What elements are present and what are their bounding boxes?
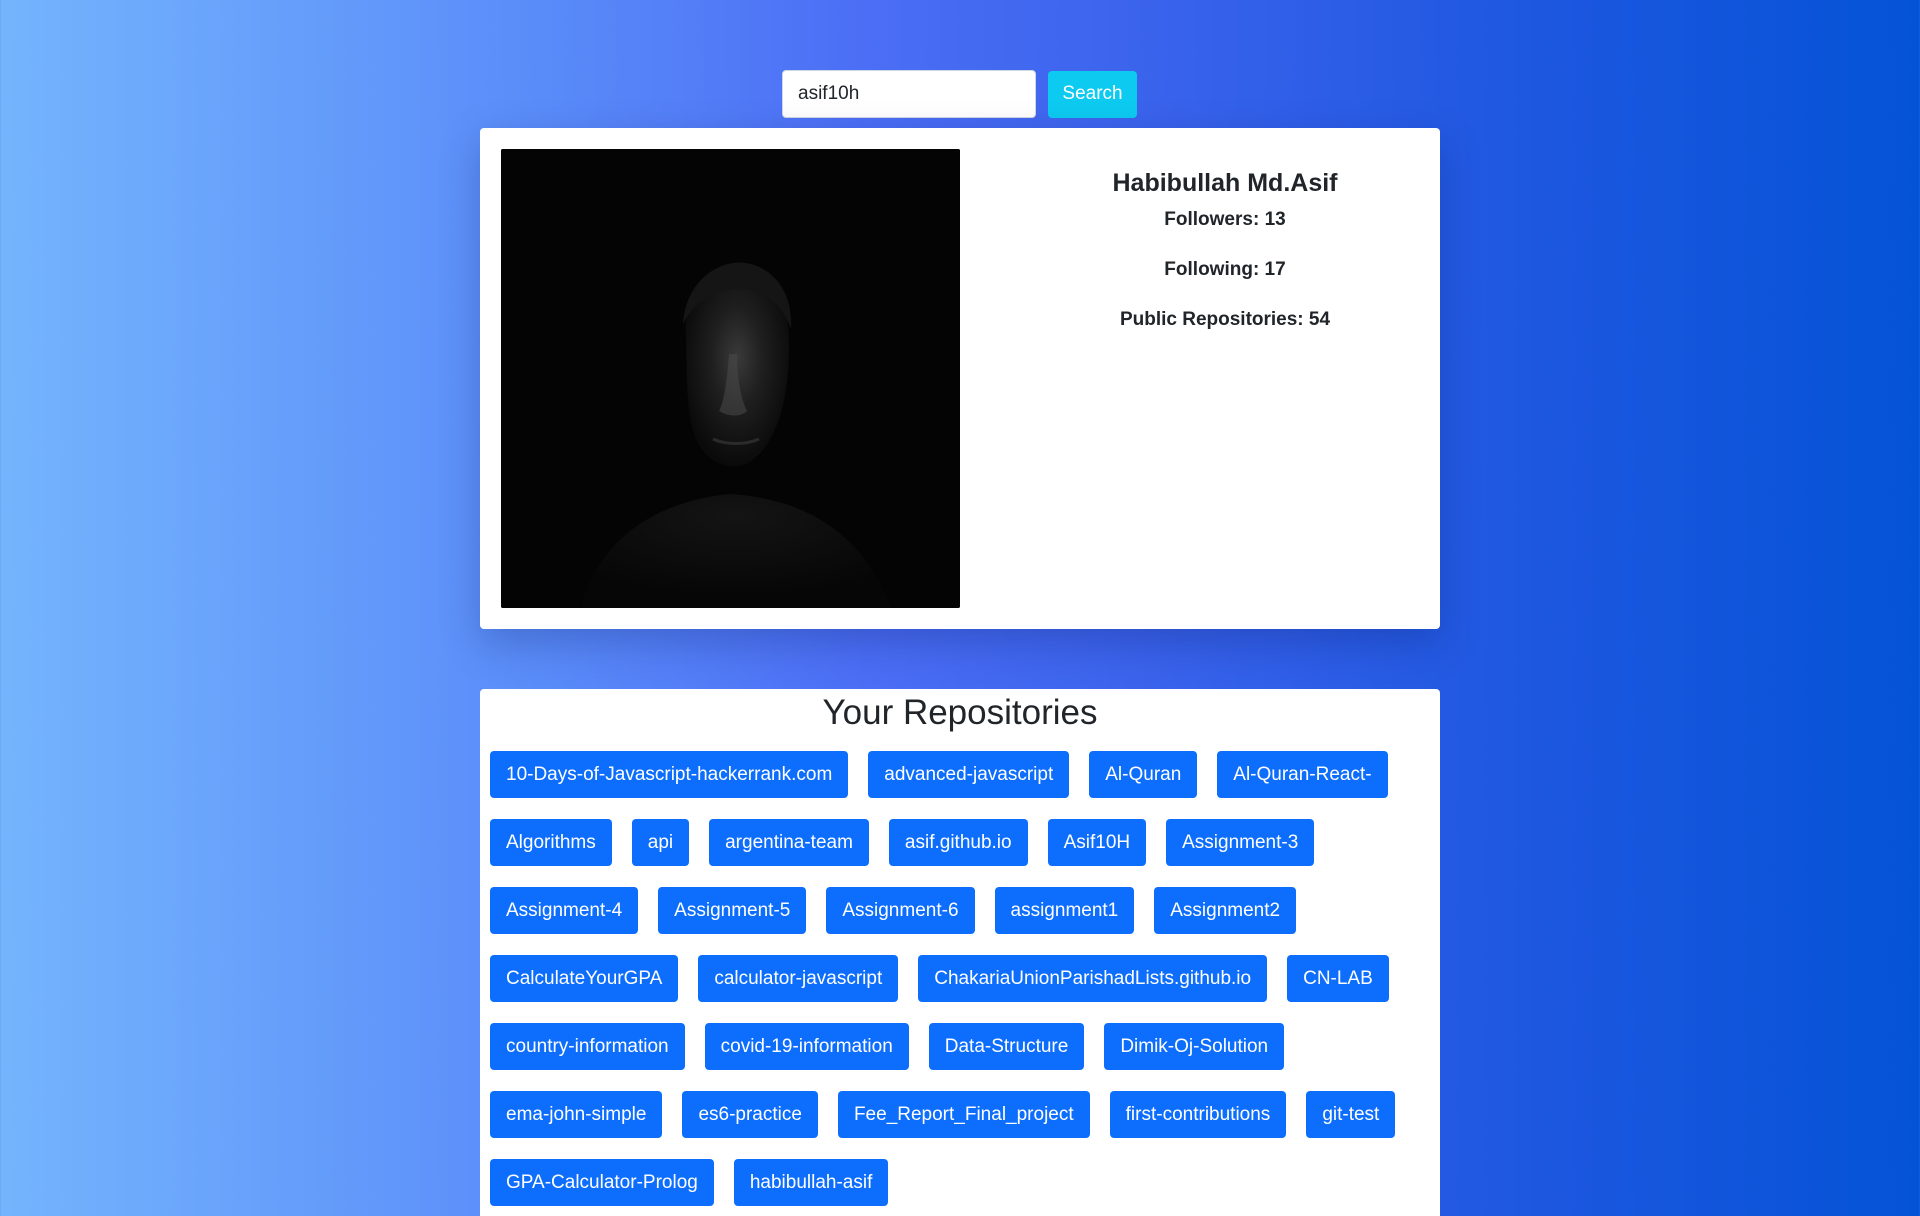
repo-button[interactable]: ema-john-simple (490, 1091, 663, 1138)
repo-button[interactable]: argentina-team (709, 819, 869, 866)
search-button[interactable]: Search (1048, 70, 1137, 118)
repo-button[interactable]: ChakariaUnionParishadLists.github.io (918, 955, 1268, 1002)
repository-list: 10-Days-of-Javascript-hackerrank.com adv… (490, 751, 1430, 1206)
repo-button[interactable]: Assignment-6 (826, 887, 975, 934)
public-repositories-count: Public Repositories: 54 (1119, 308, 1331, 330)
repo-button[interactable]: calculator-javascript (698, 955, 899, 1002)
search-bar: Search (782, 70, 1137, 118)
repo-button[interactable]: Al-Quran-React- (1217, 751, 1388, 798)
repo-button[interactable]: api (631, 819, 690, 866)
repo-button[interactable]: assignment1 (994, 887, 1135, 934)
repo-button[interactable]: Assignment-4 (490, 887, 639, 934)
repo-button[interactable]: Dimik-Oj-Solution (1104, 1023, 1285, 1070)
repo-button[interactable]: habibullah-asif (733, 1159, 889, 1206)
repo-button[interactable]: country-information (490, 1023, 685, 1070)
repo-button[interactable]: Assignment2 (1154, 887, 1297, 934)
repo-button[interactable]: Algorithms (490, 819, 612, 866)
repo-button[interactable]: Fee_Report_Final_project (837, 1091, 1090, 1138)
repo-button[interactable]: CalculateYourGPA (490, 955, 679, 1002)
repositories-title: Your Repositories (822, 693, 1098, 732)
repo-button[interactable]: GPA-Calculator-Prolog (490, 1159, 714, 1206)
repo-button[interactable]: Data-Structure (928, 1023, 1085, 1070)
profile-info: Habibullah Md.Asif Followers: 13 Followi… (1000, 168, 1450, 331)
repo-button[interactable]: covid-19-information (704, 1023, 909, 1070)
avatar (501, 149, 960, 608)
following-count: Following: 17 (1164, 258, 1286, 280)
repo-button[interactable]: first-contributions (1109, 1091, 1287, 1138)
profile-name: Habibullah Md.Asif (1112, 169, 1338, 197)
repo-button[interactable]: CN-LAB (1287, 955, 1389, 1002)
username-search-input[interactable] (782, 70, 1036, 118)
repositories-card: Your Repositories 10-Days-of-Javascript-… (480, 689, 1440, 1216)
repo-button[interactable]: 10-Days-of-Javascript-hackerrank.com (490, 751, 849, 798)
repo-button[interactable]: Asif10H (1047, 819, 1147, 866)
repo-button[interactable]: git-test (1306, 1091, 1396, 1138)
profile-card: Habibullah Md.Asif Followers: 13 Followi… (480, 128, 1440, 629)
repo-button[interactable]: Assignment-3 (1166, 819, 1315, 866)
followers-count: Followers: 13 (1164, 209, 1286, 230)
repo-button[interactable]: asif.github.io (888, 819, 1028, 866)
repo-button[interactable]: Al-Quran (1089, 751, 1198, 798)
repo-button[interactable]: Assignment-5 (658, 887, 807, 934)
repo-button[interactable]: advanced-javascript (868, 751, 1070, 798)
repo-button[interactable]: es6-practice (682, 1091, 818, 1138)
